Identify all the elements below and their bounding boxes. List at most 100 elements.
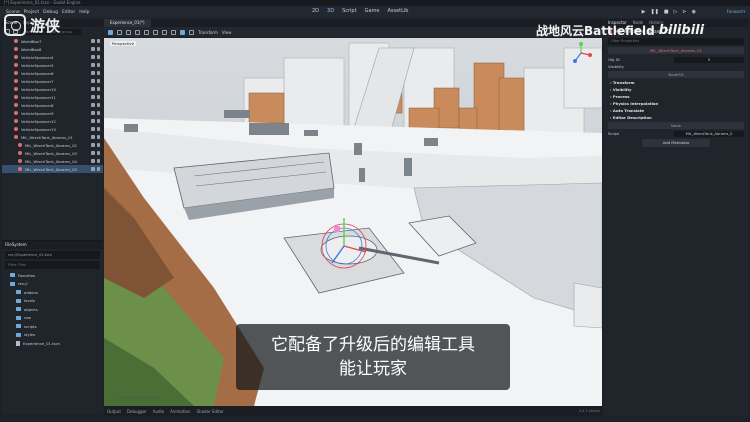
pause-icon[interactable]: ❚❚ (650, 9, 658, 15)
filesystem-item[interactable]: raw (2, 314, 103, 323)
tree-row[interactable]: VehicleSpawner9 (2, 109, 103, 117)
tree-row[interactable]: MIL_WreckTank_Abrams_05 (2, 165, 103, 173)
movie-icon[interactable]: ◉ (692, 9, 696, 15)
filesystem-filter-input[interactable]: Filter Files (5, 261, 100, 269)
transform-menu[interactable]: Transform (198, 30, 218, 35)
script-icon[interactable] (91, 151, 95, 155)
section-process[interactable]: › Process (604, 93, 748, 100)
visibility-icon[interactable] (96, 127, 100, 131)
stop-icon[interactable]: ■ (664, 9, 669, 15)
tree-row[interactable]: WorldBox8 (2, 45, 103, 53)
script-icon[interactable] (91, 119, 95, 123)
bottom-tab-output[interactable]: Output (107, 409, 121, 414)
tree-row[interactable]: MIL_WreckTank_Abrams_03 (2, 149, 103, 157)
filesystem-item[interactable]: res:// (2, 280, 103, 289)
scale-mode-icon[interactable] (135, 29, 140, 35)
visibility-icon[interactable] (96, 95, 100, 99)
section-visibility[interactable]: › Visibility (604, 86, 748, 93)
lock-icon[interactable] (153, 29, 158, 35)
filesystem-item[interactable]: levels (2, 297, 103, 306)
view-menu[interactable]: View (222, 30, 232, 35)
select-mode-icon[interactable] (108, 29, 113, 35)
visibility-icon[interactable] (96, 143, 100, 147)
script-icon[interactable] (91, 79, 95, 83)
filesystem-path[interactable]: res://Experience_01.tscn (5, 251, 100, 259)
bottom-tab-debugger[interactable]: Debugger (127, 409, 147, 414)
visibility-icon[interactable] (96, 119, 100, 123)
inspector-prop-value[interactable]: 5 (674, 56, 744, 63)
tree-row[interactable]: MIL_WreckTank_Abrams_04 (2, 157, 103, 165)
tree-row[interactable]: VehicleSpawner5 (2, 61, 103, 69)
menu-help[interactable]: Help (79, 10, 89, 15)
script-icon[interactable] (91, 111, 95, 115)
tree-row[interactable]: VehicleSpawner7 (2, 77, 103, 85)
script-icon[interactable] (91, 95, 95, 99)
visibility-icon[interactable] (96, 135, 100, 139)
visibility-icon[interactable] (96, 79, 100, 83)
main-screen-2d[interactable]: 2D (312, 8, 319, 14)
section-transform[interactable]: › Transform (604, 79, 748, 86)
visibility-icon[interactable] (96, 39, 100, 43)
visibility-icon[interactable] (96, 151, 100, 155)
visibility-icon[interactable] (96, 55, 100, 59)
section-physics-interpolation[interactable]: › Physics Interpolation (604, 100, 748, 107)
filesystem-item[interactable]: styles (2, 331, 103, 340)
main-screen-3d[interactable]: 3D (327, 8, 334, 14)
tree-row[interactable]: VehicleSpawner10 (2, 85, 103, 93)
tree-row[interactable]: VehicleSpawner6 (2, 69, 103, 77)
filesystem-item[interactable]: addons (2, 288, 103, 297)
play-scene-icon[interactable]: ▷ (674, 9, 678, 15)
scene-tab[interactable]: Experience_01(*) (104, 19, 151, 27)
visibility-icon[interactable] (96, 159, 100, 163)
rotate-mode-icon[interactable] (126, 29, 131, 35)
main-screen-script[interactable]: Script (342, 8, 357, 14)
visibility-icon[interactable] (96, 87, 100, 91)
script-icon[interactable] (91, 87, 95, 91)
tree-row[interactable]: VehicleSpawner8 (2, 101, 103, 109)
script-icon[interactable] (91, 71, 95, 75)
tree-row[interactable]: WorldBox7 (2, 37, 103, 45)
visibility-icon[interactable] (96, 71, 100, 75)
script-icon[interactable] (91, 39, 95, 43)
tree-row[interactable]: VehicleSpawner4 (2, 53, 103, 61)
section-auto-translate[interactable]: › Auto Translate (604, 107, 748, 114)
visibility-icon[interactable] (96, 47, 100, 51)
view-gizmo[interactable] (570, 42, 592, 64)
filesystem-item[interactable]: scripts (2, 322, 103, 331)
list-select-icon[interactable] (144, 29, 149, 35)
filesystem-item[interactable]: Experience_01.tscn (2, 339, 103, 348)
play-custom-icon[interactable]: ⊳ (682, 9, 686, 15)
section-editor-description[interactable]: › Editor Description (604, 114, 748, 121)
main-screen-game[interactable]: Game (365, 8, 380, 14)
script-icon[interactable] (91, 63, 95, 67)
visibility-icon[interactable] (96, 167, 100, 171)
script-icon[interactable] (91, 143, 95, 147)
script-icon[interactable] (91, 135, 95, 139)
script-icon[interactable] (91, 127, 95, 131)
script-icon[interactable] (91, 103, 95, 107)
tree-row[interactable]: MIL_WreckTank_Abrams_02 (2, 141, 103, 149)
menu-editor[interactable]: Editor (62, 10, 75, 15)
snap-icon[interactable] (189, 29, 194, 35)
tree-row[interactable]: VehicleSpawner11 (2, 93, 103, 101)
add-metadata-button[interactable]: Add Metadata (642, 139, 710, 147)
filesystem-item[interactable]: objects (2, 305, 103, 314)
tree-row[interactable]: VehicleSpawner13 (2, 125, 103, 133)
visibility-icon[interactable] (96, 111, 100, 115)
inspector-filter-input[interactable]: Filter Properties (608, 38, 744, 45)
main-screen-assetlib[interactable]: AssetLib (387, 8, 408, 14)
tree-row[interactable]: VehicleSpawner12 (2, 117, 103, 125)
tree-row[interactable]: MIL_WreckTank_Abrams_01 (2, 133, 103, 141)
ruler-icon[interactable] (171, 29, 176, 35)
bottom-tab-audio[interactable]: Audio (153, 409, 164, 414)
visibility-icon[interactable] (96, 63, 100, 67)
perspective-label[interactable]: Perspective (110, 41, 136, 46)
script-icon[interactable] (91, 47, 95, 51)
script-icon[interactable] (91, 55, 95, 59)
bottom-tab-animation[interactable]: Animation (170, 409, 190, 414)
script-icon[interactable] (91, 159, 95, 163)
script-value[interactable]: MIL_WreckTank_Abrams_0 (674, 130, 744, 137)
bottom-tab-shader-editor[interactable]: Shader Editor (197, 409, 224, 414)
move-mode-icon[interactable] (117, 29, 122, 35)
script-icon[interactable] (91, 167, 95, 171)
